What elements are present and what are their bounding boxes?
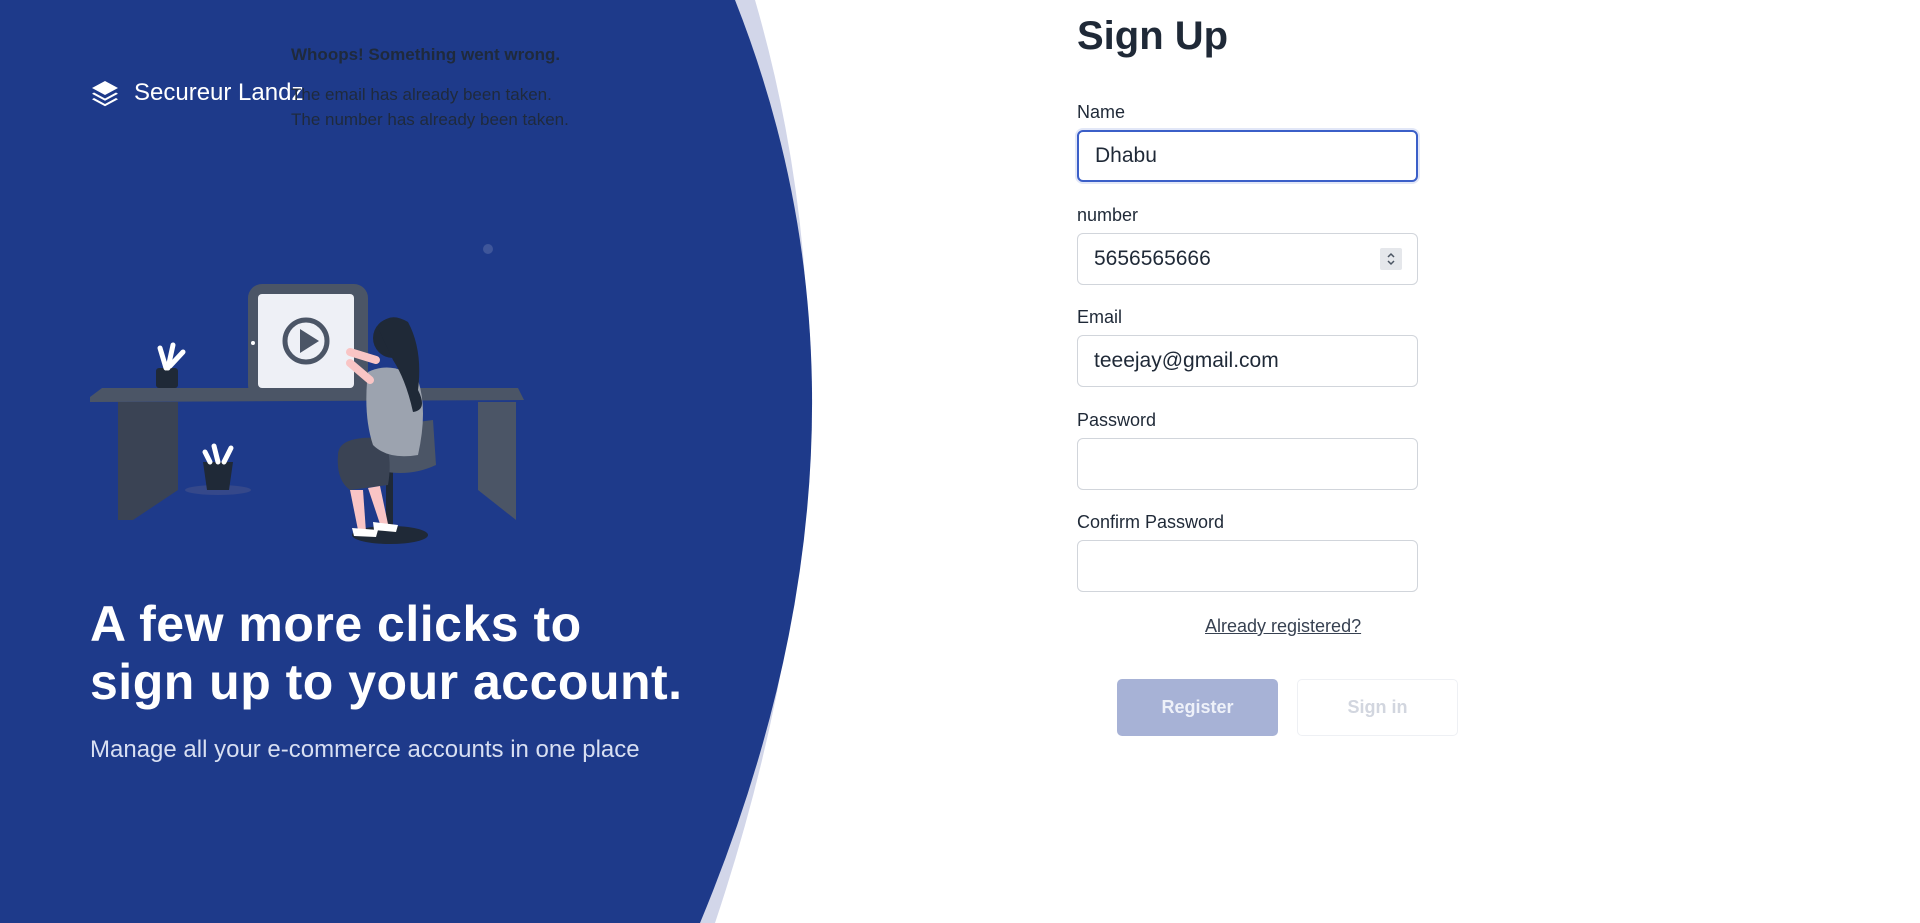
hero-title-line: A few more clicks to (90, 596, 582, 652)
name-input[interactable]: Dhabu (1077, 130, 1418, 182)
number-value: 5656565666 (1094, 247, 1211, 270)
error-title: Whoops! Something went wrong. (291, 45, 561, 64)
chevron-up-down-icon (1387, 252, 1395, 266)
validation-errors: Whoops! Something went wrong. The email … (291, 42, 569, 132)
hero-title-line: sign up to your account. (90, 654, 683, 710)
hero-title: A few more clicks to sign up to your acc… (90, 595, 710, 711)
page-title: Sign Up (1077, 14, 1229, 58)
password-label: Password (1077, 410, 1157, 430)
confirm-password-input[interactable] (1077, 540, 1418, 592)
register-button[interactable]: Register (1117, 679, 1278, 736)
brand[interactable]: Secureur Landz (90, 78, 303, 108)
name-label: Name (1077, 102, 1126, 122)
number-input[interactable]: 5656565666 (1077, 233, 1418, 285)
brand-name: Secureur Landz (134, 79, 304, 106)
confirm-password-label: Confirm Password (1077, 512, 1225, 532)
sign-in-button[interactable]: Sign in (1297, 679, 1458, 736)
layers-icon (92, 81, 118, 107)
password-input[interactable] (1077, 438, 1418, 490)
email-label: Email (1077, 307, 1123, 327)
number-stepper[interactable] (1380, 248, 1402, 270)
error-item: The email has already been taken. (291, 85, 552, 104)
number-label: number (1077, 205, 1139, 225)
already-registered-link[interactable]: Already registered? (1205, 616, 1361, 637)
email-input[interactable]: teeejay@gmail.com (1077, 335, 1418, 387)
error-list: The email has already been taken. The nu… (291, 82, 569, 132)
hero-subtitle: Manage all your e-commerce accounts in o… (90, 736, 640, 763)
desk-video-illustration (90, 244, 524, 544)
error-item: The number has already been taken. (291, 110, 569, 129)
